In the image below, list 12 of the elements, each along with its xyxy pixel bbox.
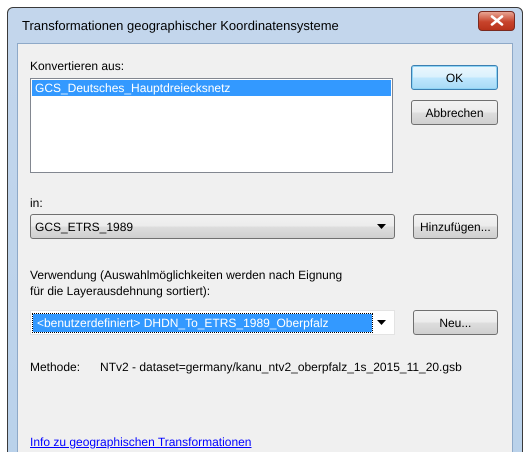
usage-label: Verwendung (Auswahlmöglichkeiten werden nach Eignung für die Layerausdehnung sortiert): xyxy=(30,267,344,299)
method-label: Methode: xyxy=(30,359,80,375)
cancel-button[interactable]: Abbrechen xyxy=(411,100,498,125)
new-button[interactable]: Neu... xyxy=(412,310,498,335)
source-label: Konvertieren aus: xyxy=(30,58,126,74)
info-link[interactable]: Info zu geographischen Transformationen xyxy=(30,435,252,449)
target-label: in: xyxy=(30,195,44,211)
ok-button[interactable]: OK xyxy=(411,65,498,90)
method-value: NTv2 - dataset=germany/kanu_ntv2_oberpfalz_1s_2015_11_20.gsb xyxy=(100,359,462,375)
window-title: Transformationen geographischer Koordinatensysteme xyxy=(22,18,339,33)
target-dropdown[interactable]: GCS_ETRS_1989 xyxy=(30,214,395,239)
add-button[interactable]: Hinzufügen... xyxy=(412,214,498,239)
